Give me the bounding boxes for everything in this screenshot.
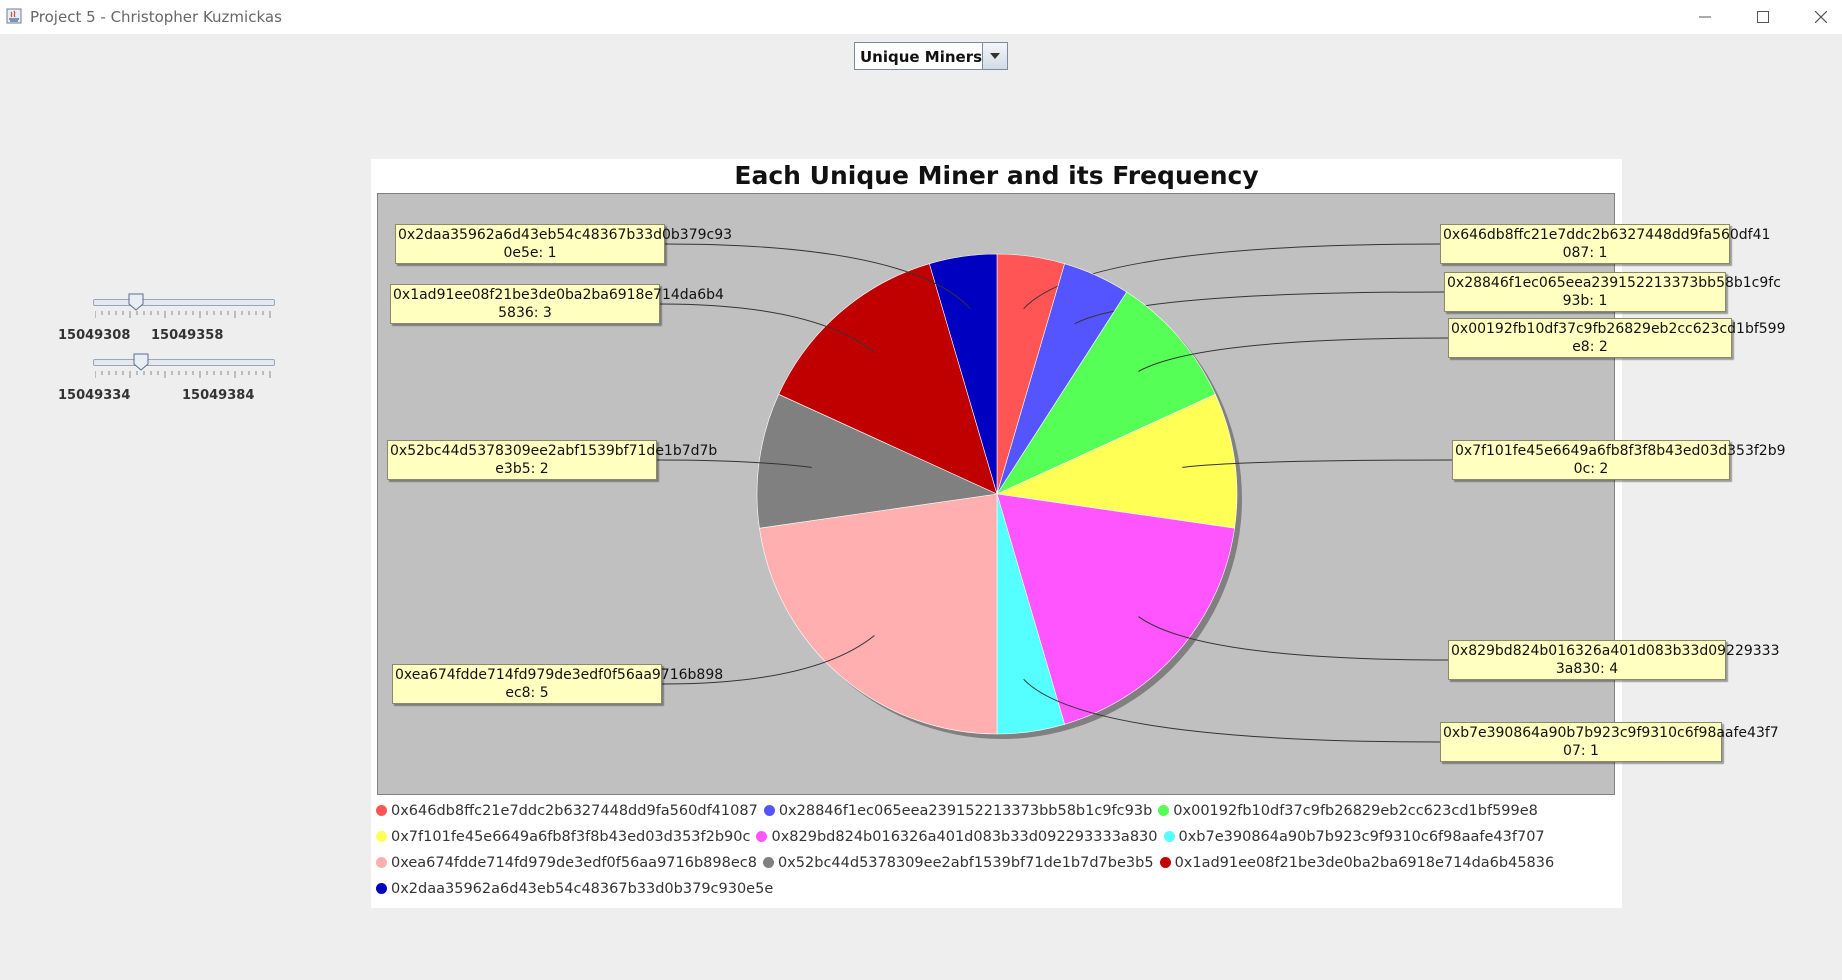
legend-label: 0x28846f1ec065eea239152213373bb58b1c9fc9… xyxy=(778,803,1153,819)
minimize-icon xyxy=(1699,16,1711,18)
legend-row: 0x7f101fe45e6649a6fb8f3f8b43ed03d353f2b9… xyxy=(376,829,1551,851)
slice-callout-label: 0x7f101fe45e6649a6fb8f3f8b43ed03d353f2b9… xyxy=(1452,440,1785,480)
legend-label: 0x00192fb10df37c9fb26829eb2cc623cd1bf599… xyxy=(1173,803,1538,819)
end-block-slider[interactable] xyxy=(93,353,275,387)
legend-item: 0xea674fdde714fd979de3edf0f56aa9716b898e… xyxy=(376,855,757,871)
legend-item: 0xb7e390864a90b7b923c9f9310c6f98aafe43f7… xyxy=(1163,829,1545,845)
legend-color-dot xyxy=(376,805,387,816)
legend-color-dot xyxy=(756,831,768,842)
slider-thumb[interactable] xyxy=(128,293,144,311)
legend-color-dot xyxy=(376,883,387,894)
slice-callout-label: 0x829bd824b016326a401d083b33d09229333 3a… xyxy=(1448,640,1780,680)
legend-row: 0xea674fdde714fd979de3edf0f56aa9716b898e… xyxy=(376,855,1560,877)
legend-item: 0x52bc44d5378309ee2abf1539bf71de1b7d7be3… xyxy=(762,855,1154,871)
legend-item: 0x7f101fe45e6649a6fb8f3f8b43ed03d353f2b9… xyxy=(376,829,750,845)
legend-label: 0x2daa35962a6d43eb54c48367b33d0b379c930e… xyxy=(391,881,774,897)
legend-label: 0x646db8ffc21e7ddc2b6327448dd9fa560df410… xyxy=(391,803,758,819)
slice-callout-label: 0x2daa35962a6d43eb54c48367b33d0b379c93 0… xyxy=(395,224,732,264)
legend-color-dot xyxy=(1158,805,1170,816)
legend-item: 0x646db8ffc21e7ddc2b6327448dd9fa560df410… xyxy=(376,803,758,819)
maximize-icon xyxy=(1757,11,1769,23)
slider-min-label: 15049334 xyxy=(58,388,131,403)
window-title: Project 5 - Christopher Kuzmickas xyxy=(30,8,282,26)
slice-callout-label: 0x52bc44d5378309ee2abf1539bf71de1b7d7b e… xyxy=(387,440,717,480)
legend-label: 0xea674fdde714fd979de3edf0f56aa9716b898e… xyxy=(391,855,757,871)
legend-item: 0x00192fb10df37c9fb26829eb2cc623cd1bf599… xyxy=(1158,803,1538,819)
java-app-icon xyxy=(6,8,22,24)
pie-slice xyxy=(759,493,998,735)
legend-label: 0x52bc44d5378309ee2abf1539bf71de1b7d7be3… xyxy=(777,855,1154,871)
slider-track[interactable] xyxy=(93,359,275,366)
title-bar: Project 5 - Christopher Kuzmickas xyxy=(0,0,1842,34)
close-icon xyxy=(1815,11,1827,23)
legend-label: 0x1ad91ee08f21be3de0ba2ba6918e714da6b458… xyxy=(1174,855,1555,871)
legend-color-dot xyxy=(376,857,387,868)
chart-type-dropdown[interactable]: Unique Miners xyxy=(854,42,1008,70)
slider-ticks xyxy=(95,371,271,378)
chevron-down-icon xyxy=(990,53,1000,59)
slider-min-label: 15049308 xyxy=(58,328,131,343)
pie-chart-panel: Each Unique Miner and its Frequency 0x64… xyxy=(371,159,1786,908)
legend-row: 0x646db8ffc21e7ddc2b6327448dd9fa560df410… xyxy=(376,803,1544,825)
legend-item: 0x1ad91ee08f21be3de0ba2ba6918e714da6b458… xyxy=(1159,855,1555,871)
legend-color-dot xyxy=(1159,857,1171,868)
slice-callout-label: 0x00192fb10df37c9fb26829eb2cc623cd1bf599… xyxy=(1448,318,1786,358)
maximize-button[interactable] xyxy=(1740,0,1786,34)
legend-row: 0x2daa35962a6d43eb54c48367b33d0b379c930e… xyxy=(376,881,779,903)
legend-label: 0x829bd824b016326a401d083b33d092293333a8… xyxy=(771,829,1158,845)
start-block-slider[interactable] xyxy=(93,293,275,327)
legend-color-dot xyxy=(762,857,774,868)
plot-area: 0x646db8ffc21e7ddc2b6327448dd9fa560df41 … xyxy=(377,193,1786,795)
slice-callout-label: 0xb7e390864a90b7b923c9f9310c6f98aafe43f7… xyxy=(1440,722,1779,762)
slider-thumb[interactable] xyxy=(133,353,149,371)
legend-item: 0x829bd824b016326a401d083b33d092293333a8… xyxy=(756,829,1158,845)
legend-color-dot xyxy=(376,831,387,842)
slider-max-label: 15049358 xyxy=(151,328,224,343)
slice-callout-label: 0x1ad91ee08f21be3de0ba2ba6918e714da6b4 5… xyxy=(390,284,724,324)
legend-item: 0x2daa35962a6d43eb54c48367b33d0b379c930e… xyxy=(376,881,773,897)
slice-callout-label: 0xea674fdde714fd979de3edf0f56aa9716b898 … xyxy=(392,664,723,704)
slider-track[interactable] xyxy=(93,299,275,306)
slider-max-label: 15049384 xyxy=(182,388,255,403)
legend-item: 0x28846f1ec065eea239152213373bb58b1c9fc9… xyxy=(763,803,1153,819)
legend-label: 0xb7e390864a90b7b923c9f9310c6f98aafe43f7… xyxy=(1178,829,1545,845)
legend-label: 0x7f101fe45e6649a6fb8f3f8b43ed03d353f2b9… xyxy=(391,829,751,845)
minimize-button[interactable] xyxy=(1682,0,1728,34)
chart-title: Each Unique Miner and its Frequency xyxy=(734,161,1259,190)
legend-color-dot xyxy=(1163,831,1175,842)
slider-ticks xyxy=(95,311,271,318)
slice-callout-label: 0x646db8ffc21e7ddc2b6327448dd9fa560df41 … xyxy=(1440,224,1770,264)
slice-callout-label: 0x28846f1ec065eea239152213373bb58b1c9fc … xyxy=(1444,272,1781,312)
close-button[interactable] xyxy=(1798,0,1842,34)
dropdown-selected-value: Unique Miners xyxy=(860,48,983,66)
dropdown-arrow-button[interactable] xyxy=(982,43,1007,69)
legend-color-dot xyxy=(763,805,775,816)
